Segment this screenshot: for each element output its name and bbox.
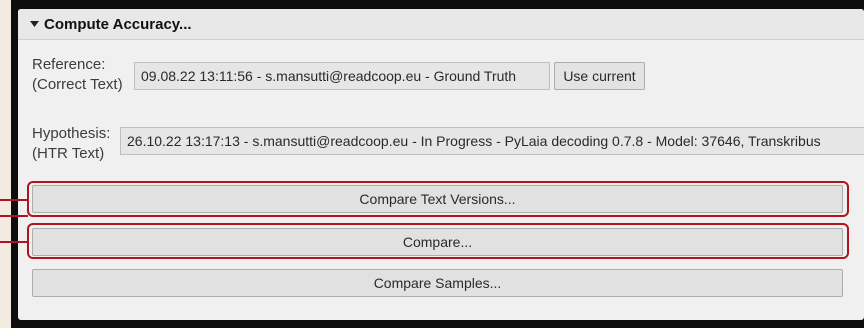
highlight-pointer-line <box>0 199 28 201</box>
collapse-triangle-icon[interactable] <box>28 18 40 30</box>
highlight-pointer-line <box>0 241 28 243</box>
section-header[interactable]: Compute Accuracy... <box>18 9 864 40</box>
hypothesis-label: Hypothesis: (HTR Text) <box>32 124 110 164</box>
section-title: Compute Accuracy... <box>44 15 192 33</box>
compare-text-versions-button[interactable]: Compare Text Versions... <box>32 185 843 213</box>
reference-label-line2: (Correct Text) <box>32 76 123 93</box>
reference-label: Reference: (Correct Text) <box>32 55 123 95</box>
compare-button[interactable]: Compare... <box>32 228 843 256</box>
hypothesis-version-field[interactable]: 26.10.22 13:17:13 - s.mansutti@readcoop.… <box>120 127 864 155</box>
highlight-pointer-line <box>0 215 28 217</box>
compare-samples-button[interactable]: Compare Samples... <box>32 269 843 297</box>
reference-version-field[interactable]: 09.08.22 13:11:56 - s.mansutti@readcoop.… <box>134 62 550 90</box>
compute-accuracy-panel: Compute Accuracy... Reference: (Correct … <box>18 9 864 320</box>
use-current-button[interactable]: Use current <box>554 62 645 90</box>
hypothesis-label-line1: Hypothesis: <box>32 125 111 142</box>
hypothesis-label-line2: (HTR Text) <box>32 145 105 162</box>
reference-label-line1: Reference: <box>32 56 106 73</box>
